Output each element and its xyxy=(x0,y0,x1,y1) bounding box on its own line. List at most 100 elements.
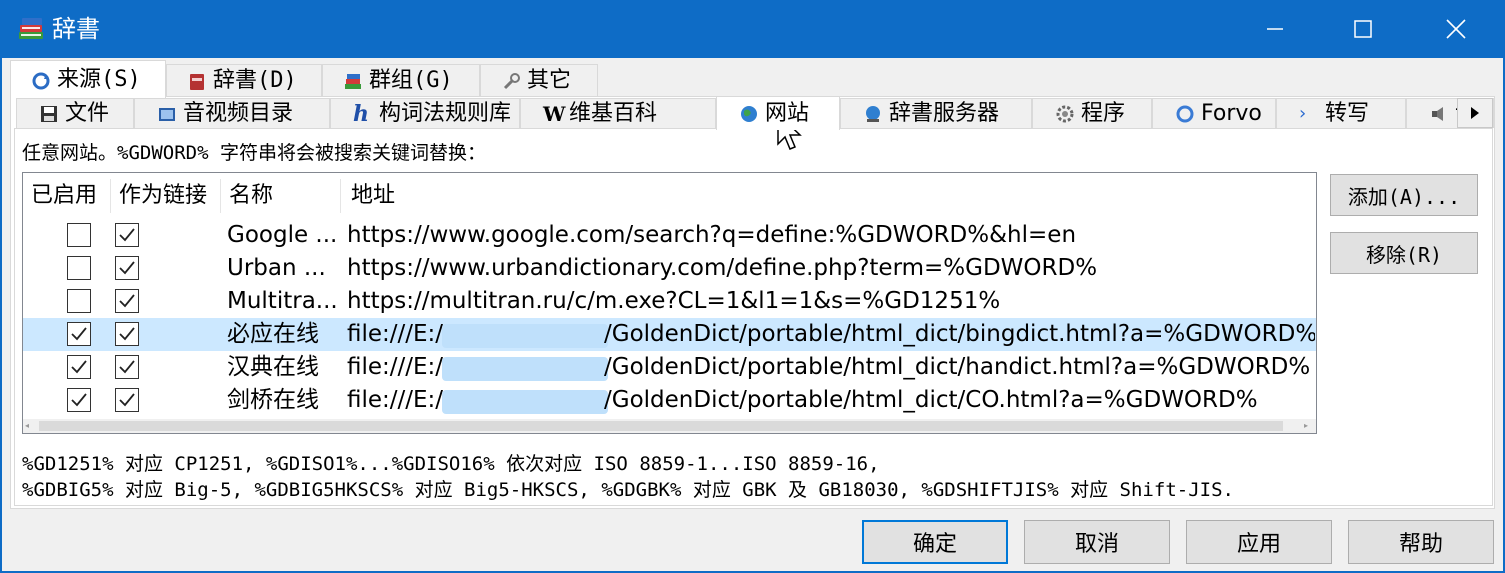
tab-scroll-right-button[interactable] xyxy=(1457,98,1493,128)
site-name-cell[interactable]: Urban ... xyxy=(227,252,339,285)
ok-button[interactable]: 确定 xyxy=(862,520,1008,564)
tab-label: Forvo xyxy=(1201,100,1262,126)
minimize-icon xyxy=(1267,28,1283,30)
scroll-right-icon[interactable]: ▸ xyxy=(1304,422,1308,430)
horizontal-scrollbar[interactable]: ◂ ▸ xyxy=(23,419,1316,433)
tab-label: 构词法规则库 xyxy=(379,100,512,126)
dialog-body: 来源(S) 辞書(D) 群组(G) 其它 文件 音视频目录 h 构词法规则库 W… xyxy=(2,58,1503,571)
title-bar[interactable]: 辞書 xyxy=(0,0,1505,58)
cancel-button[interactable]: 取消 xyxy=(1024,520,1170,564)
tab-label: 转写 xyxy=(1325,100,1370,126)
tab-dictionaries[interactable]: 辞書(D) xyxy=(166,64,322,96)
tab-label: 文件 xyxy=(65,100,110,126)
books-group-icon xyxy=(343,71,363,91)
column-header-address[interactable]: 地址 xyxy=(341,179,1316,213)
enabled-checkbox[interactable] xyxy=(67,322,91,346)
site-address-cell[interactable]: https://www.urbandictionary.com/define.p… xyxy=(347,252,1315,285)
enabled-checkbox[interactable] xyxy=(67,256,91,280)
tab-label: 来源(S) xyxy=(57,66,141,92)
floppy-icon xyxy=(39,104,59,124)
address-prefix: file:///E:/ xyxy=(347,354,444,380)
sources-icon xyxy=(31,70,51,90)
tab-groups[interactable]: 群组(G) xyxy=(322,64,480,96)
enabled-checkbox[interactable] xyxy=(67,355,91,379)
as-link-checkbox[interactable] xyxy=(115,322,139,346)
tab-dict-servers[interactable]: 辞書服务器 xyxy=(840,98,1032,128)
wrench-icon xyxy=(501,71,521,91)
site-name-cell[interactable]: 汉典在线 xyxy=(227,351,339,384)
tab-morphology[interactable]: h 构词法规则库 xyxy=(330,98,520,128)
site-name-cell[interactable]: 必应在线 xyxy=(227,318,339,351)
speaker-icon xyxy=(1429,104,1449,124)
maximize-button[interactable] xyxy=(1317,0,1409,58)
tab-wikipedia[interactable]: W 维基百科 xyxy=(520,98,716,128)
encoding-note-line-2: %GDBIG5% 对应 Big-5, %GDBIG5HKSCS% 对应 Big5… xyxy=(22,479,1234,501)
forvo-ring-icon xyxy=(1175,104,1195,124)
help-button[interactable]: 帮助 xyxy=(1348,520,1494,564)
enabled-checkbox[interactable] xyxy=(67,388,91,412)
table-row[interactable]: Multitra... https://multitran.ru/c/m.exe?… xyxy=(23,285,1316,318)
address-path: /GoldenDict/portable/html_dict/bingdict.… xyxy=(604,321,1315,347)
tab-media-folders[interactable]: 音视频目录 xyxy=(134,98,330,128)
site-name-cell[interactable]: 剑桥在线 xyxy=(227,384,339,417)
site-address-cell[interactable]: https://www.google.com/search?q=define:%… xyxy=(347,219,1315,252)
table-row[interactable]: 必应在线 file:///E:/ /GoldenDict/portable/html… xyxy=(23,318,1316,351)
chevron-right-icon: › xyxy=(1299,102,1307,124)
column-header-enabled[interactable]: 已启用 xyxy=(23,179,111,213)
websites-table[interactable]: 已启用 作为链接 名称 地址 Google ... https://www.goo… xyxy=(22,172,1317,434)
close-button[interactable] xyxy=(1410,0,1502,58)
gear-icon xyxy=(1055,104,1075,124)
websites-description: 任意网站。%GDWORD% 字符串将会被搜索关键词替换： xyxy=(22,142,486,164)
tab-programs[interactable]: 程序 xyxy=(1032,98,1152,128)
column-header-name[interactable]: 名称 xyxy=(221,179,341,213)
dictionary-book-icon xyxy=(187,71,207,91)
site-address-cell[interactable]: file:///E:/ /GoldenDict/portable/html_dic… xyxy=(347,318,1315,351)
address-prefix: file:///E:/ xyxy=(347,387,444,413)
globe-icon xyxy=(739,104,759,124)
tab-forvo[interactable]: Forvo xyxy=(1152,98,1276,128)
tab-label: 辞書服务器 xyxy=(889,100,1000,126)
table-row[interactable]: Urban ... https://www.urbandictionary.com… xyxy=(23,252,1316,285)
encoding-note-line-1: %GD1251% 对应 CP1251, %GDISO1%...%GDISO16%… xyxy=(22,453,880,475)
as-link-checkbox[interactable] xyxy=(115,223,139,247)
media-folder-icon xyxy=(157,104,177,124)
tab-files[interactable]: 文件 xyxy=(16,98,134,128)
tab-sources[interactable]: 来源(S) xyxy=(10,60,166,98)
enabled-checkbox[interactable] xyxy=(67,223,91,247)
as-link-checkbox[interactable] xyxy=(115,355,139,379)
hunspell-h-icon: h xyxy=(353,100,369,127)
address-prefix: file:///E:/ xyxy=(347,321,444,347)
tab-label: 维基百科 xyxy=(569,100,658,126)
tab-other[interactable]: 其它 xyxy=(480,64,598,96)
minimize-button[interactable] xyxy=(1229,0,1321,58)
close-icon xyxy=(1446,19,1466,39)
table-row[interactable]: Google ... https://www.google.com/search?… xyxy=(23,219,1316,252)
as-link-checkbox[interactable] xyxy=(115,289,139,313)
site-address-cell[interactable]: file:///E:/ /GoldenDict/portable/html_dic… xyxy=(347,351,1315,384)
wikipedia-w-icon: W xyxy=(543,101,566,126)
enabled-checkbox[interactable] xyxy=(67,289,91,313)
tab-label: 网站 xyxy=(765,100,810,126)
site-name-cell[interactable]: Multitra... xyxy=(227,285,339,318)
tab-label: 程序 xyxy=(1081,100,1126,126)
tab-label: 音视频目录 xyxy=(183,100,294,126)
table-row[interactable]: 剑桥在线 file:///E:/ /GoldenDict/portable/html… xyxy=(23,384,1316,417)
apply-button[interactable]: 应用 xyxy=(1186,520,1332,564)
remove-button[interactable]: 移除(R) xyxy=(1330,232,1478,274)
site-address-cell[interactable]: https://multitran.ru/c/m.exe?CL=1&l1=1&s… xyxy=(347,285,1315,318)
site-name-cell[interactable]: Google ... xyxy=(227,219,339,252)
as-link-checkbox[interactable] xyxy=(115,388,139,412)
redacted-path-mask xyxy=(442,390,608,414)
scrollbar-thumb[interactable] xyxy=(39,421,1283,431)
tab-websites[interactable]: 网站 xyxy=(716,96,840,130)
as-link-checkbox[interactable] xyxy=(115,256,139,280)
site-address-cell[interactable]: file:///E:/ /GoldenDict/portable/html_dic… xyxy=(347,384,1315,417)
arrow-right-icon xyxy=(1471,107,1479,119)
tab-transliteration[interactable]: › 转写 xyxy=(1276,98,1406,128)
table-row[interactable]: 汉典在线 file:///E:/ /GoldenDict/portable/html… xyxy=(23,351,1316,384)
scroll-left-icon[interactable]: ◂ xyxy=(25,422,29,430)
tab-label: 辞書(D) xyxy=(213,67,297,93)
add-button[interactable]: 添加(A)... xyxy=(1330,174,1478,216)
column-header-as-link[interactable]: 作为链接 xyxy=(111,179,221,213)
address-path: /GoldenDict/portable/html_dict/handict.h… xyxy=(604,354,1311,380)
